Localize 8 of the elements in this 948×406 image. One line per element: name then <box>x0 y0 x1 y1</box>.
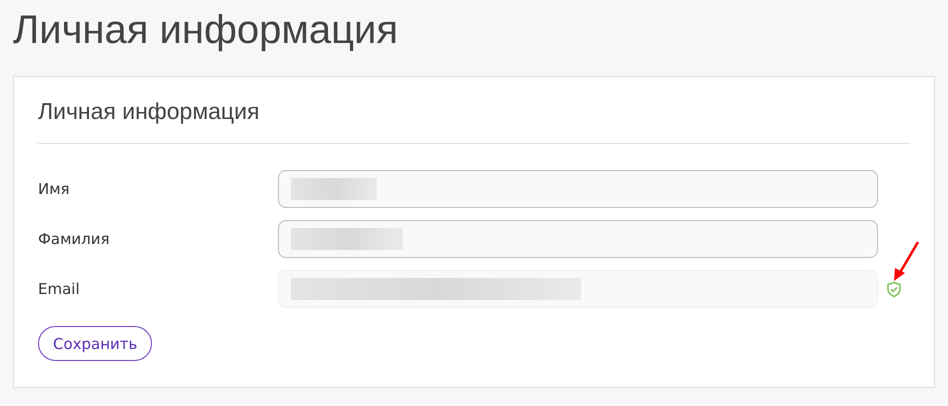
page-title: Личная информация <box>13 7 400 54</box>
card-title: Личная информация <box>38 93 910 144</box>
input-field[interactable] <box>278 170 878 208</box>
save-button[interactable]: Сохранить <box>38 326 152 361</box>
field-label: Имя <box>38 180 71 198</box>
field-label: Email <box>38 280 81 298</box>
field-label: Фамилия <box>38 230 111 248</box>
input-field[interactable] <box>278 220 878 258</box>
